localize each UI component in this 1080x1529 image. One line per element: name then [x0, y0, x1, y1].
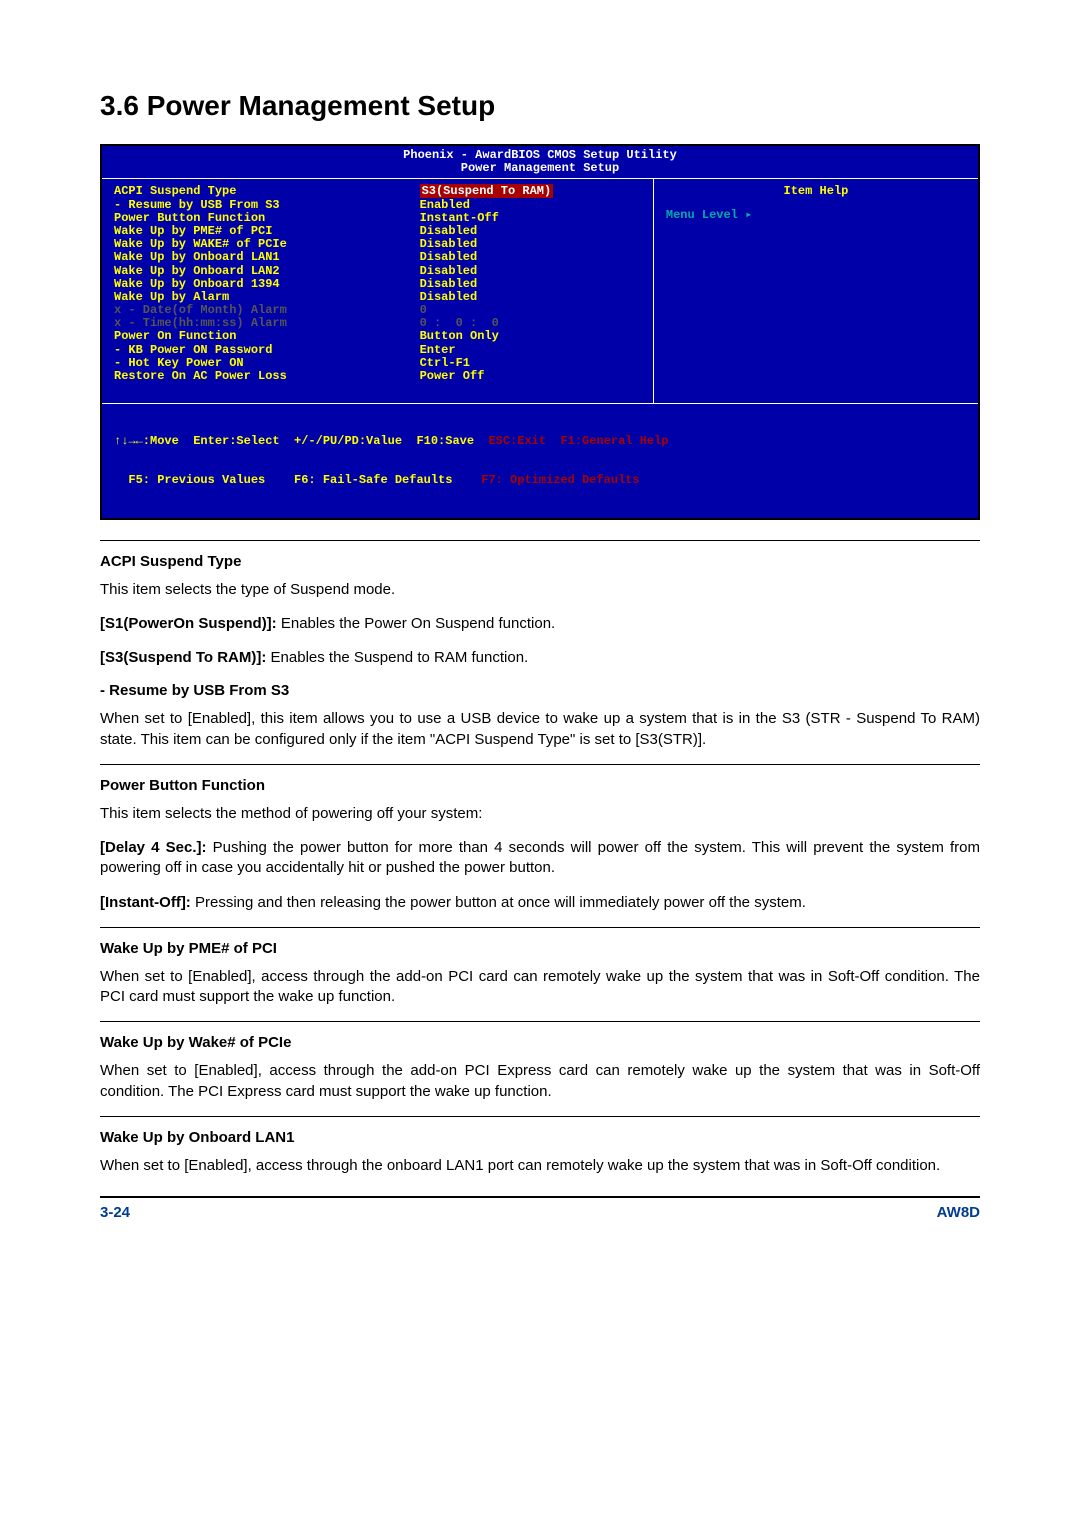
bios-row: Wake Up by Onboard LAN1Disabled — [114, 251, 641, 264]
bios-row: ACPI Suspend TypeS3(Suspend To RAM) — [114, 185, 641, 198]
pbf-instant-option: [Instant-Off]: Pressing and then releasi… — [100, 893, 980, 913]
bios-row: Power Button FunctionInstant-Off — [114, 212, 641, 225]
opt-instant: [Instant-Off]: — [100, 894, 191, 911]
footer-model: AW8D — [937, 1204, 980, 1221]
pbf-delay-option: [Delay 4 Sec.]: Pushing the power button… — [100, 838, 980, 879]
opt-delay-text: Pushing the power button for more than 4… — [100, 839, 980, 876]
bios-row-label: - Resume by USB From S3 — [114, 199, 420, 212]
wake-description: When set to [Enabled], access through th… — [100, 1061, 980, 1102]
opt-s1: [S1(PowerOn Suspend)]: — [100, 615, 277, 632]
bios-row: Restore On AC Power LossPower Off — [114, 370, 641, 383]
opt-delay: [Delay 4 Sec.]: — [100, 839, 207, 856]
section-power-button-function: Power Button Function This item selects … — [100, 764, 980, 913]
bios-row-value: Instant-Off — [420, 212, 641, 225]
lan1-description: When set to [Enabled], access through th… — [100, 1156, 980, 1176]
bios-row-value: Power Off — [420, 370, 641, 383]
bios-row-label: - KB Power ON Password — [114, 344, 420, 357]
resume-usb-description: When set to [Enabled], this item allows … — [100, 709, 980, 750]
bios-highlighted-value: S3(Suspend To RAM) — [420, 184, 554, 198]
pbf-description: This item selects the method of powering… — [100, 804, 980, 824]
opt-s1-text: Enables the Power On Suspend function. — [277, 615, 556, 632]
acpi-description: This item selects the type of Suspend mo… — [100, 580, 980, 600]
page-heading: 3.6 Power Management Setup — [100, 90, 980, 122]
bios-row-value: Enter — [420, 344, 641, 357]
bios-row: Wake Up by Onboard 1394Disabled — [114, 278, 641, 291]
section-acpi-suspend-type: ACPI Suspend Type This item selects the … — [100, 540, 980, 750]
bios-right-pane: Item Help Menu Level ▸ — [654, 179, 978, 403]
section-wake-pme: Wake Up by PME# of PCI When set to [Enab… — [100, 927, 980, 1008]
pbf-title: Power Button Function — [100, 777, 980, 794]
bios-row-value: S3(Suspend To RAM) — [420, 185, 641, 198]
bios-row-label: Power On Function — [114, 330, 420, 343]
bios-title-line2: Power Management Setup — [102, 162, 978, 175]
bios-footer-line1-left: ↑↓→←:Move Enter:Select +/-/PU/PD:Value F… — [114, 434, 488, 448]
opt-s3: [S3(Suspend To RAM)]: — [100, 649, 266, 666]
bios-row-value: Disabled — [420, 265, 641, 278]
acpi-s1-option: [S1(PowerOn Suspend)]: Enables the Power… — [100, 614, 980, 634]
lan1-title: Wake Up by Onboard LAN1 — [100, 1129, 980, 1146]
bios-row: - KB Power ON PasswordEnter — [114, 344, 641, 357]
bios-row-label: Restore On AC Power Loss — [114, 370, 420, 383]
bios-left-pane: ACPI Suspend TypeS3(Suspend To RAM)- Res… — [102, 179, 654, 403]
bios-row-label: Wake Up by Onboard 1394 — [114, 278, 420, 291]
bios-row-label: Wake Up by Onboard LAN2 — [114, 265, 420, 278]
footer-page-number: 3-24 — [100, 1204, 130, 1221]
bios-row-value: Button Only — [420, 330, 641, 343]
bios-title: Phoenix - AwardBIOS CMOS Setup Utility P… — [102, 146, 978, 178]
section-wake-pcie: Wake Up by Wake# of PCIe When set to [En… — [100, 1021, 980, 1102]
bios-row: Power On FunctionButton Only — [114, 330, 641, 343]
bios-row-value: Enabled — [420, 199, 641, 212]
pme-title: Wake Up by PME# of PCI — [100, 940, 980, 957]
bios-row-label: Wake Up by Onboard LAN1 — [114, 251, 420, 264]
bios-row: Wake Up by Onboard LAN2Disabled — [114, 265, 641, 278]
bios-menu-level: Menu Level ▸ — [666, 209, 966, 222]
bios-row-label: ACPI Suspend Type — [114, 185, 420, 198]
section-wake-lan1: Wake Up by Onboard LAN1 When set to [Ena… — [100, 1116, 980, 1176]
opt-instant-text: Pressing and then releasing the power bu… — [191, 894, 806, 911]
pme-description: When set to [Enabled], access through th… — [100, 967, 980, 1008]
bios-item-help-title: Item Help — [666, 185, 966, 208]
page-footer: 3-24 AW8D — [100, 1196, 980, 1221]
bios-footer: ↑↓→←:Move Enter:Select +/-/PU/PD:Value F… — [102, 403, 978, 518]
bios-footer-line2-left: F5: Previous Values F6: Fail-Safe Defaul… — [114, 473, 481, 487]
resume-usb-title: - Resume by USB From S3 — [100, 682, 980, 699]
bios-screenshot: Phoenix - AwardBIOS CMOS Setup Utility P… — [100, 144, 980, 520]
bios-content: ACPI Suspend TypeS3(Suspend To RAM)- Res… — [102, 178, 978, 403]
acpi-title: ACPI Suspend Type — [100, 553, 980, 570]
bios-row-label: Power Button Function — [114, 212, 420, 225]
wake-title: Wake Up by Wake# of PCIe — [100, 1034, 980, 1051]
bios-row-value: Disabled — [420, 251, 641, 264]
bios-row-value: Disabled — [420, 278, 641, 291]
acpi-s3-option: [S3(Suspend To RAM)]: Enables the Suspen… — [100, 648, 980, 668]
bios-row-value: Disabled — [420, 291, 641, 304]
bios-footer-line2-right: F7: Optimized Defaults — [481, 473, 639, 487]
bios-row: - Resume by USB From S3Enabled — [114, 199, 641, 212]
opt-s3-text: Enables the Suspend to RAM function. — [266, 649, 528, 666]
bios-footer-line1-right: ESC:Exit F1:General Help — [488, 434, 668, 448]
